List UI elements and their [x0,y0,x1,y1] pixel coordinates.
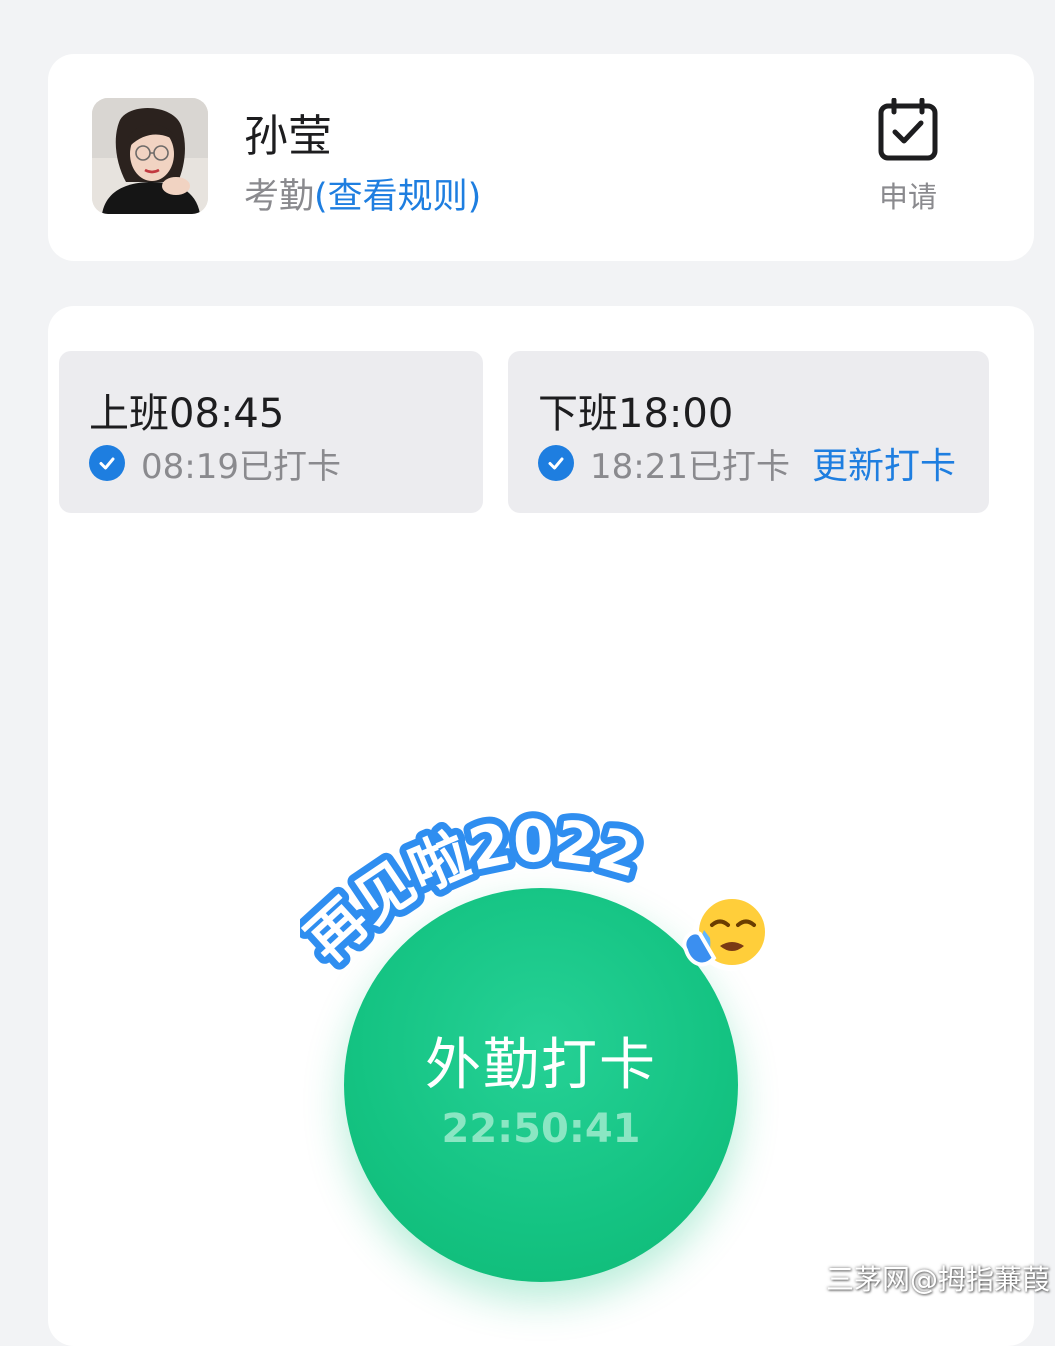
off-duty-status-text: 18:21已打卡 [590,446,790,487]
attendance-line: 考勤(查看规则) [244,168,481,219]
punch-label: 外勤打卡 [425,1033,657,1098]
check-circle-icon [538,445,574,481]
off-duty-title: 下班18:00 [538,391,734,437]
on-duty-shift: 上班08:45 08:19已打卡 [59,351,483,513]
off-duty-status: 18:21已打卡 更新打卡 [538,443,956,487]
calendar-check-icon [878,98,938,161]
apply-label: 申请 [878,180,937,214]
watermark: 三茅网@拇指蒹葭 [826,1263,1051,1296]
crying-face-icon [682,893,771,971]
on-duty-title: 上班08:45 [89,391,285,437]
on-duty-status: 08:19已打卡 [89,443,341,487]
update-punch-button[interactable]: 更新打卡 [812,437,956,489]
punch-time: 22:50:41 [441,1106,641,1152]
view-rules-link[interactable]: (查看规则) [314,177,481,217]
attendance-label: 考勤 [244,177,315,217]
off-duty-shift: 下班18:00 18:21已打卡 更新打卡 [508,351,989,513]
check-circle-icon [89,445,125,481]
avatar[interactable] [92,98,208,214]
apply-button[interactable]: 申请 [868,98,948,218]
farewell-sticker: 再见啦2022 [300,800,771,982]
profile-card: 孙莹 考勤(查看规则) 申请 [48,54,1034,261]
sticker-text: 再见啦2022 [300,807,648,975]
avatar-photo [92,98,208,214]
user-name: 孙莹 [244,111,332,162]
on-duty-status-text: 08:19已打卡 [141,446,341,487]
